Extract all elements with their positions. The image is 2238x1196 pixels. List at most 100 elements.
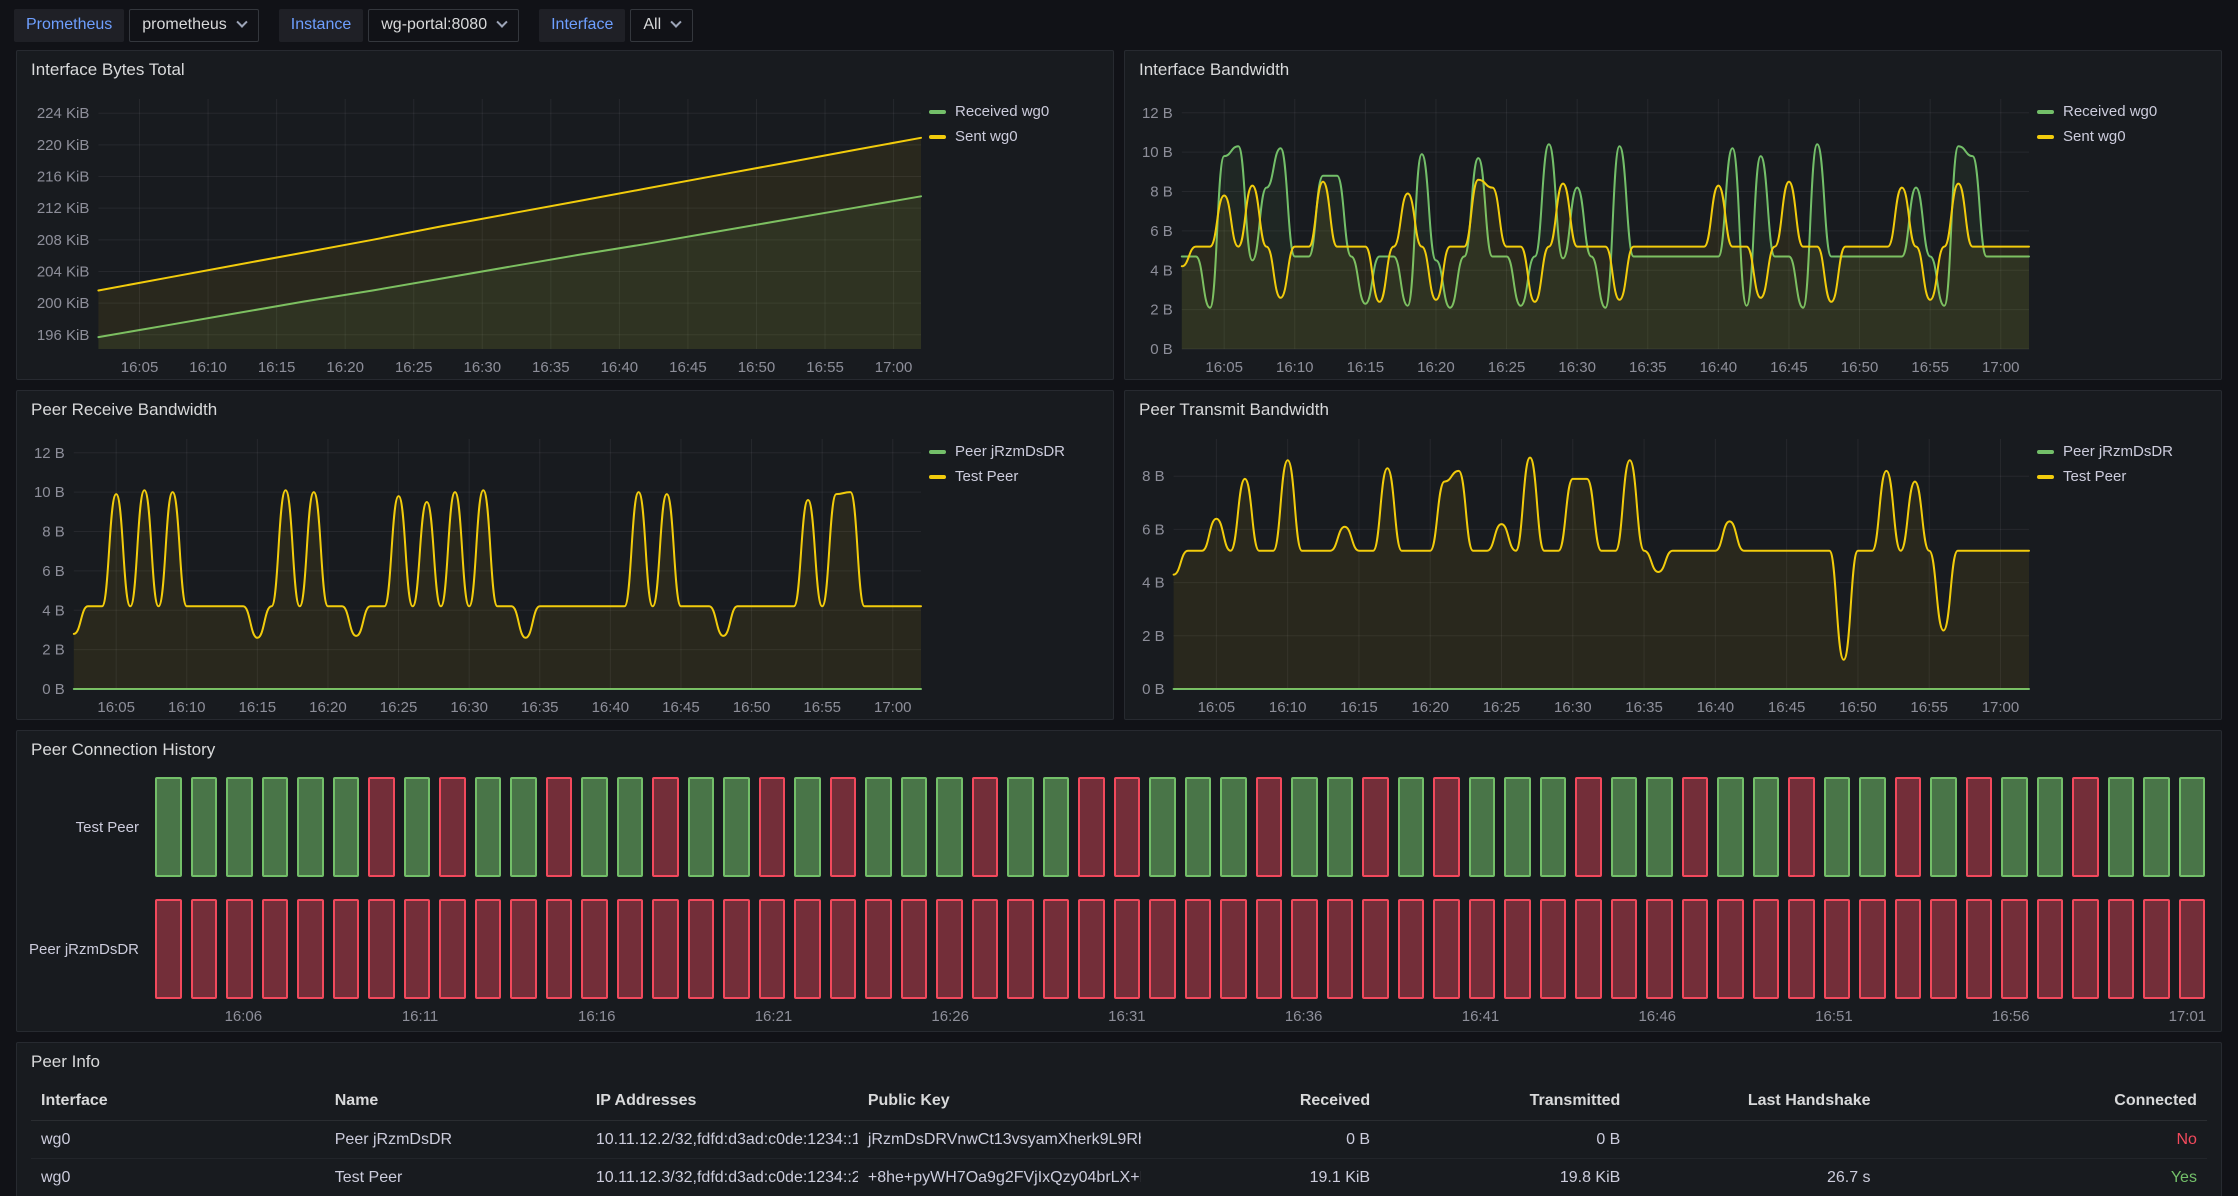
status-bar-disconnected bbox=[2001, 899, 2028, 999]
status-bar-connected bbox=[936, 777, 963, 877]
series-color-swatch bbox=[929, 110, 946, 114]
legend-label: Test Peer bbox=[955, 468, 1018, 485]
var-value-text: prometheus bbox=[142, 16, 227, 34]
svg-text:16:05: 16:05 bbox=[121, 359, 159, 376]
legend-item[interactable]: Received wg0 bbox=[2037, 103, 2215, 120]
legend-item[interactable]: Peer jRzmDsDR bbox=[2037, 443, 2215, 460]
status-bar-connected bbox=[1504, 777, 1531, 877]
legend-item[interactable]: Test Peer bbox=[2037, 468, 2215, 485]
legend-label: Peer jRzmDsDR bbox=[2063, 443, 2173, 460]
var-select-datasource[interactable]: prometheus bbox=[129, 9, 259, 42]
status-bar-disconnected bbox=[1256, 777, 1283, 877]
svg-text:2 B: 2 B bbox=[42, 642, 65, 659]
table-row: wg0Peer jRzmDsDR10.11.12.2/32,fdfd:d3ad:… bbox=[31, 1121, 2207, 1159]
column-header-transmitted[interactable]: Transmitted bbox=[1380, 1092, 1630, 1110]
svg-text:16:35: 16:35 bbox=[1629, 359, 1667, 376]
axis-tick-label: 16:16 bbox=[578, 1008, 616, 1025]
column-header-ip-addresses[interactable]: IP Addresses bbox=[586, 1092, 858, 1110]
svg-text:16:20: 16:20 bbox=[1417, 359, 1455, 376]
panel-title[interactable]: Interface Bandwidth bbox=[1125, 51, 2221, 89]
panel-title[interactable]: Peer Transmit Bandwidth bbox=[1125, 391, 2221, 429]
status-bar-disconnected bbox=[262, 899, 289, 999]
var-value-text: All bbox=[643, 16, 661, 34]
svg-text:16:05: 16:05 bbox=[1198, 699, 1236, 716]
svg-text:17:00: 17:00 bbox=[1982, 359, 2020, 376]
svg-text:16:10: 16:10 bbox=[189, 359, 227, 376]
status-bar-connected bbox=[2037, 777, 2064, 877]
column-header-public-key[interactable]: Public Key bbox=[858, 1092, 1141, 1110]
column-header-interface[interactable]: Interface bbox=[31, 1092, 325, 1110]
status-bar-disconnected bbox=[759, 899, 786, 999]
status-bar-disconnected bbox=[1291, 899, 1318, 999]
legend-label: Sent wg0 bbox=[2063, 128, 2126, 145]
status-bar-connected bbox=[510, 777, 537, 877]
column-header-last-handshake[interactable]: Last Handshake bbox=[1630, 1092, 1880, 1110]
status-bar-disconnected bbox=[1540, 899, 1567, 999]
status-bar-disconnected bbox=[1859, 899, 1886, 999]
lane-label: Test Peer bbox=[27, 819, 155, 836]
lane-label: Peer jRzmDsDR bbox=[27, 941, 155, 958]
status-bar-lane bbox=[155, 777, 2205, 877]
svg-text:0 B: 0 B bbox=[1142, 681, 1165, 698]
svg-text:0 B: 0 B bbox=[1150, 341, 1173, 358]
svg-text:2 B: 2 B bbox=[1142, 628, 1165, 645]
svg-text:224 KiB: 224 KiB bbox=[37, 105, 90, 122]
svg-text:16:55: 16:55 bbox=[803, 699, 841, 716]
status-bar-disconnected bbox=[2179, 899, 2206, 999]
status-bar-disconnected bbox=[1682, 777, 1709, 877]
var-select-interface[interactable]: All bbox=[630, 9, 693, 42]
legend-label: Peer jRzmDsDR bbox=[955, 443, 1065, 460]
legend-item[interactable]: Received wg0 bbox=[929, 103, 1107, 120]
column-header-name[interactable]: Name bbox=[325, 1092, 586, 1110]
svg-text:16:15: 16:15 bbox=[1340, 699, 1378, 716]
status-bar-disconnected bbox=[1433, 777, 1460, 877]
status-bar-connected bbox=[1540, 777, 1567, 877]
status-bar-disconnected bbox=[1362, 777, 1389, 877]
column-header-connected[interactable]: Connected bbox=[1881, 1092, 2207, 1110]
svg-text:17:00: 17:00 bbox=[875, 359, 913, 376]
status-bar-disconnected bbox=[1930, 899, 1957, 999]
chart-legend: Peer jRzmDsDR Test Peer bbox=[929, 429, 1107, 719]
svg-text:16:10: 16:10 bbox=[1269, 699, 1307, 716]
panel-title[interactable]: Peer Info bbox=[17, 1043, 2221, 1081]
status-bar-connected bbox=[262, 777, 289, 877]
axis-tick-label: 16:26 bbox=[931, 1008, 969, 1025]
status-bar-connected bbox=[1291, 777, 1318, 877]
legend-item[interactable]: Sent wg0 bbox=[2037, 128, 2215, 145]
svg-text:8 B: 8 B bbox=[1142, 468, 1165, 485]
table-cell: 26.7 s bbox=[1630, 1169, 1880, 1187]
legend-label: Test Peer bbox=[2063, 468, 2126, 485]
status-bar-connected bbox=[865, 777, 892, 877]
axis-tick-label: 16:11 bbox=[402, 1008, 438, 1025]
status-bar-connected bbox=[1859, 777, 1886, 877]
svg-text:216 KiB: 216 KiB bbox=[37, 169, 90, 186]
svg-text:196 KiB: 196 KiB bbox=[37, 327, 90, 344]
panel-peer-receive-bandwidth: Peer Receive Bandwidth 0 B2 B4 B6 B8 B10… bbox=[16, 390, 1114, 720]
var-select-instance[interactable]: wg-portal:8080 bbox=[368, 9, 519, 42]
status-bar-connected bbox=[475, 777, 502, 877]
status-bar-disconnected bbox=[1966, 899, 1993, 999]
svg-text:16:20: 16:20 bbox=[309, 699, 347, 716]
legend-item[interactable]: Peer jRzmDsDR bbox=[929, 443, 1107, 460]
panel-title[interactable]: Peer Receive Bandwidth bbox=[17, 391, 1113, 429]
var-group-instance: Instance wg-portal:8080 bbox=[279, 9, 519, 42]
table-row: wg0Test Peer10.11.12.3/32,fdfd:d3ad:c0de… bbox=[31, 1159, 2207, 1196]
status-bar-disconnected bbox=[191, 899, 218, 999]
svg-text:16:50: 16:50 bbox=[733, 699, 771, 716]
status-bar-connected bbox=[901, 777, 928, 877]
status-bar-disconnected bbox=[2072, 899, 2099, 999]
legend-item[interactable]: Test Peer bbox=[929, 468, 1107, 485]
status-bar-connected bbox=[1930, 777, 1957, 877]
panel-title[interactable]: Peer Connection History bbox=[17, 731, 2221, 769]
status-bar-disconnected bbox=[439, 777, 466, 877]
column-header-received[interactable]: Received bbox=[1141, 1092, 1380, 1110]
status-bar-connected bbox=[723, 777, 750, 877]
table-cell: wg0 bbox=[31, 1169, 325, 1187]
panel-title[interactable]: Interface Bytes Total bbox=[17, 51, 1113, 89]
svg-text:16:20: 16:20 bbox=[326, 359, 364, 376]
var-group-interface: Interface All bbox=[539, 9, 693, 42]
status-bar-disconnected bbox=[475, 899, 502, 999]
status-bar-disconnected bbox=[1575, 777, 1602, 877]
legend-item[interactable]: Sent wg0 bbox=[929, 128, 1107, 145]
status-bar-disconnected bbox=[652, 899, 679, 999]
